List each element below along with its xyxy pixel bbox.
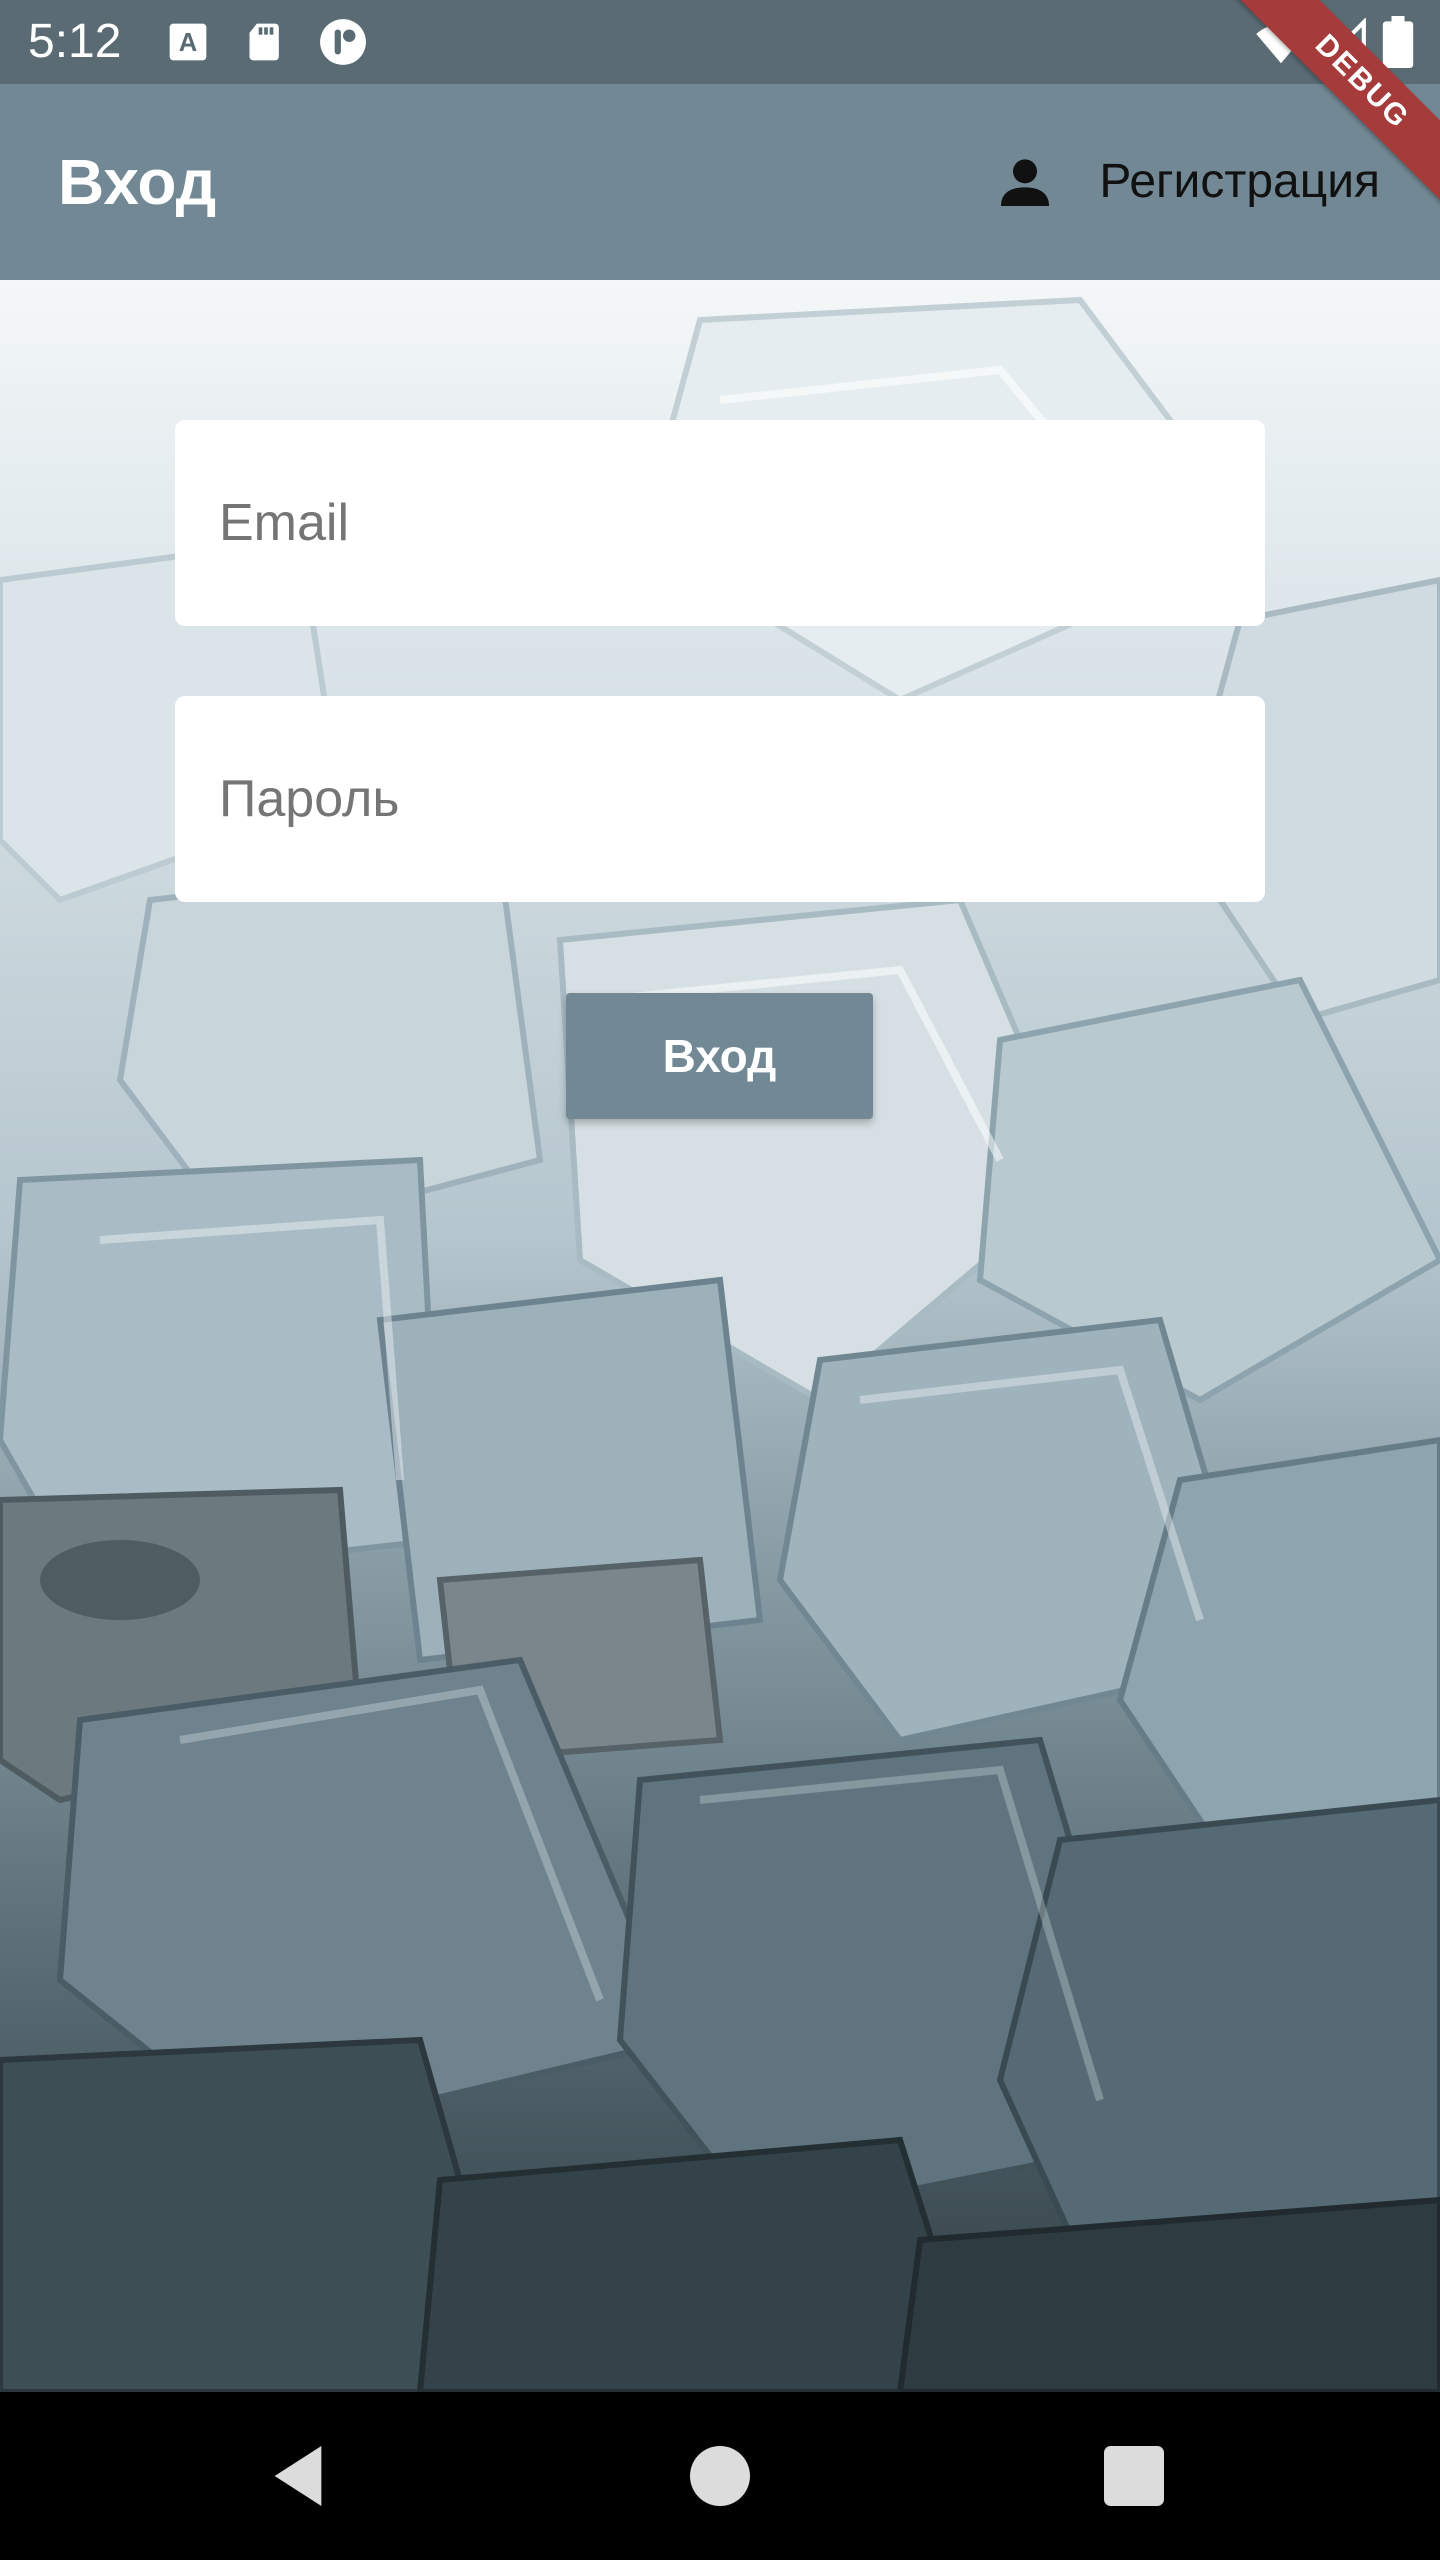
app-bar: Вход Регистрация xyxy=(0,84,1440,280)
login-button[interactable]: Вход xyxy=(566,993,873,1119)
back-icon[interactable] xyxy=(258,2436,338,2516)
wifi-icon xyxy=(1256,24,1306,64)
app-notification-icon xyxy=(320,19,366,65)
navigation-bar xyxy=(0,2392,1440,2560)
person-icon xyxy=(1001,159,1050,206)
signal-icon xyxy=(1318,18,1366,66)
password-input[interactable] xyxy=(217,768,1265,830)
email-input[interactable] xyxy=(217,492,1265,554)
recents-icon[interactable] xyxy=(1094,2436,1174,2516)
svg-text:A: A xyxy=(179,29,198,57)
home-icon[interactable] xyxy=(680,2436,760,2516)
text-a-icon: A xyxy=(169,23,207,61)
password-field[interactable] xyxy=(175,696,1265,902)
battery-icon xyxy=(1382,16,1414,68)
register-label: Регистрация xyxy=(1099,155,1380,208)
status-bar: 5:12 A xyxy=(0,0,1440,84)
email-field[interactable] xyxy=(175,420,1265,626)
register-button[interactable]: Регистрация xyxy=(993,140,1380,224)
screen: 5:12 A Вход Регистрация DEBUG Email Вход xyxy=(0,0,1440,2560)
sd-card-icon xyxy=(249,23,279,61)
status-time: 5:12 xyxy=(28,15,122,68)
page-title: Вход xyxy=(58,146,217,218)
